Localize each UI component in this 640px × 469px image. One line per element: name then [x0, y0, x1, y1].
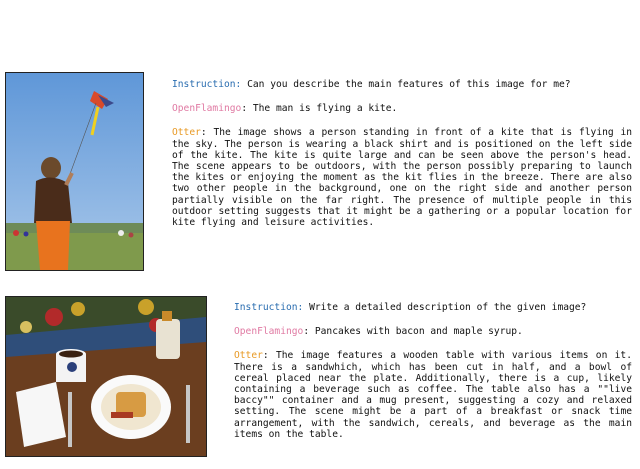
- openflamingo-label: OpenFlamingo: [234, 326, 304, 338]
- example-2-text: Instruction: Write a detailed descriptio…: [234, 302, 632, 453]
- otter-text: : The image features a wooden table with…: [234, 350, 632, 440]
- example-1-text: Instruction: Can you describe the main f…: [172, 79, 632, 241]
- breakfast-photo: [5, 296, 207, 457]
- openflamingo-text: : Pancakes with bacon and maple syrup.: [303, 326, 523, 338]
- instruction-text: Can you describe the main features of th…: [241, 79, 571, 90]
- openflamingo-label: OpenFlamingo: [172, 103, 242, 115]
- instruction-label: Instruction:: [234, 302, 304, 313]
- otter-label: Otter: [172, 127, 201, 139]
- openflamingo-line: OpenFlamingo: The man is flying a kite.: [172, 103, 632, 114]
- kite-photo: [5, 72, 144, 271]
- instruction-line: Instruction: Can you describe the main f…: [172, 79, 632, 90]
- otter-text: : The image shows a person standing in f…: [172, 127, 632, 229]
- instruction-text: Write a detailed description of the give…: [303, 302, 587, 313]
- openflamingo-text: : The man is flying a kite.: [241, 103, 398, 115]
- otter-label: Otter: [234, 350, 263, 362]
- instruction-label: Instruction:: [172, 79, 242, 90]
- instruction-line: Instruction: Write a detailed descriptio…: [234, 302, 632, 313]
- otter-line: Otter: The image features a wooden table…: [234, 350, 632, 440]
- openflamingo-line: OpenFlamingo: Pancakes with bacon and ma…: [234, 326, 632, 337]
- otter-line: Otter: The image shows a person standing…: [172, 127, 632, 228]
